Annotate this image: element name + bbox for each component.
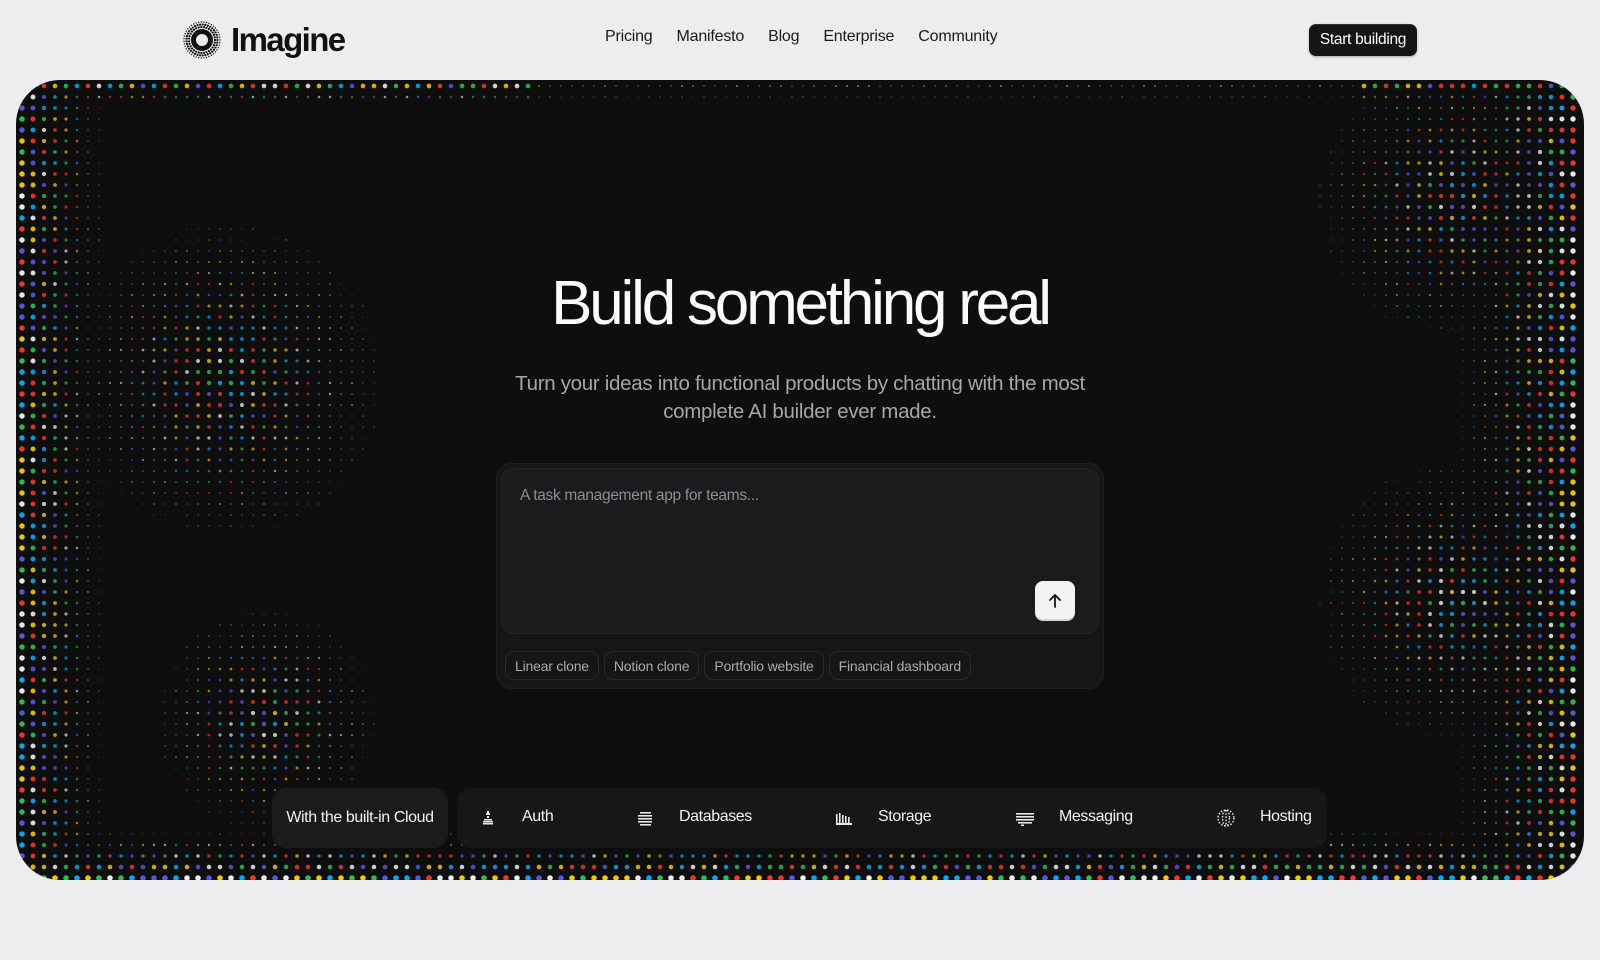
storage-icon <box>836 813 852 825</box>
brand-logo-link[interactable]: Imagine <box>183 20 346 60</box>
suggestion-chips: Linear clone Notion clone Portfolio webs… <box>505 651 971 680</box>
suggestion-chip-portfolio-website[interactable]: Portfolio website <box>704 651 824 680</box>
prompt-input[interactable] <box>502 469 1098 633</box>
feature-databases-label: Databases <box>679 808 752 825</box>
arrow-up-icon <box>1049 594 1061 608</box>
feature-hosting-label: Hosting <box>1260 808 1312 825</box>
nav-link-pricing[interactable]: Pricing <box>605 28 653 46</box>
messaging-icon <box>1016 813 1034 826</box>
feature-auth-label: Auth <box>522 808 554 825</box>
cloud-features-strip: Auth Databases Storage Messaging Hosting <box>457 788 1327 848</box>
nav-link-enterprise[interactable]: Enterprise <box>823 28 894 46</box>
brand-name: Imagine <box>231 21 346 58</box>
nav-link-community[interactable]: Community <box>918 28 997 46</box>
nav-link-manifesto[interactable]: Manifesto <box>677 28 745 46</box>
hero-headline: Build something real <box>551 269 1052 338</box>
send-prompt-button[interactable] <box>1035 581 1075 621</box>
built-in-cloud-label: With the built-in Cloud <box>272 788 448 848</box>
suggestion-chip-notion-clone[interactable]: Notion clone <box>603 651 700 680</box>
hero-panel: Build something real Turn your ideas int… <box>16 80 1584 880</box>
nav-link-blog[interactable]: Blog <box>768 28 799 46</box>
suggestion-chip-linear-clone[interactable]: Linear clone <box>505 651 599 680</box>
hero-subheadline: Turn your ideas into functional products… <box>515 372 1085 423</box>
prompt-field-container <box>501 468 1099 634</box>
halftone-circle-logo-icon <box>183 21 221 59</box>
prompt-composer: Linear clone Notion clone Portfolio webs… <box>496 463 1104 689</box>
feature-storage-label: Storage <box>878 808 932 825</box>
databases-icon <box>638 812 652 826</box>
main-nav: Pricing Manifesto Blog Enterprise Commun… <box>605 28 998 46</box>
suggestion-chip-financial-dashboard[interactable]: Financial dashboard <box>828 651 971 680</box>
hosting-icon <box>1217 809 1235 827</box>
feature-messaging-label: Messaging <box>1059 808 1133 825</box>
top-navigation-bar: Imagine Pricing Manifesto Blog Enterpris… <box>0 0 1600 80</box>
start-building-button[interactable]: Start building <box>1309 24 1417 56</box>
auth-icon <box>483 811 493 825</box>
